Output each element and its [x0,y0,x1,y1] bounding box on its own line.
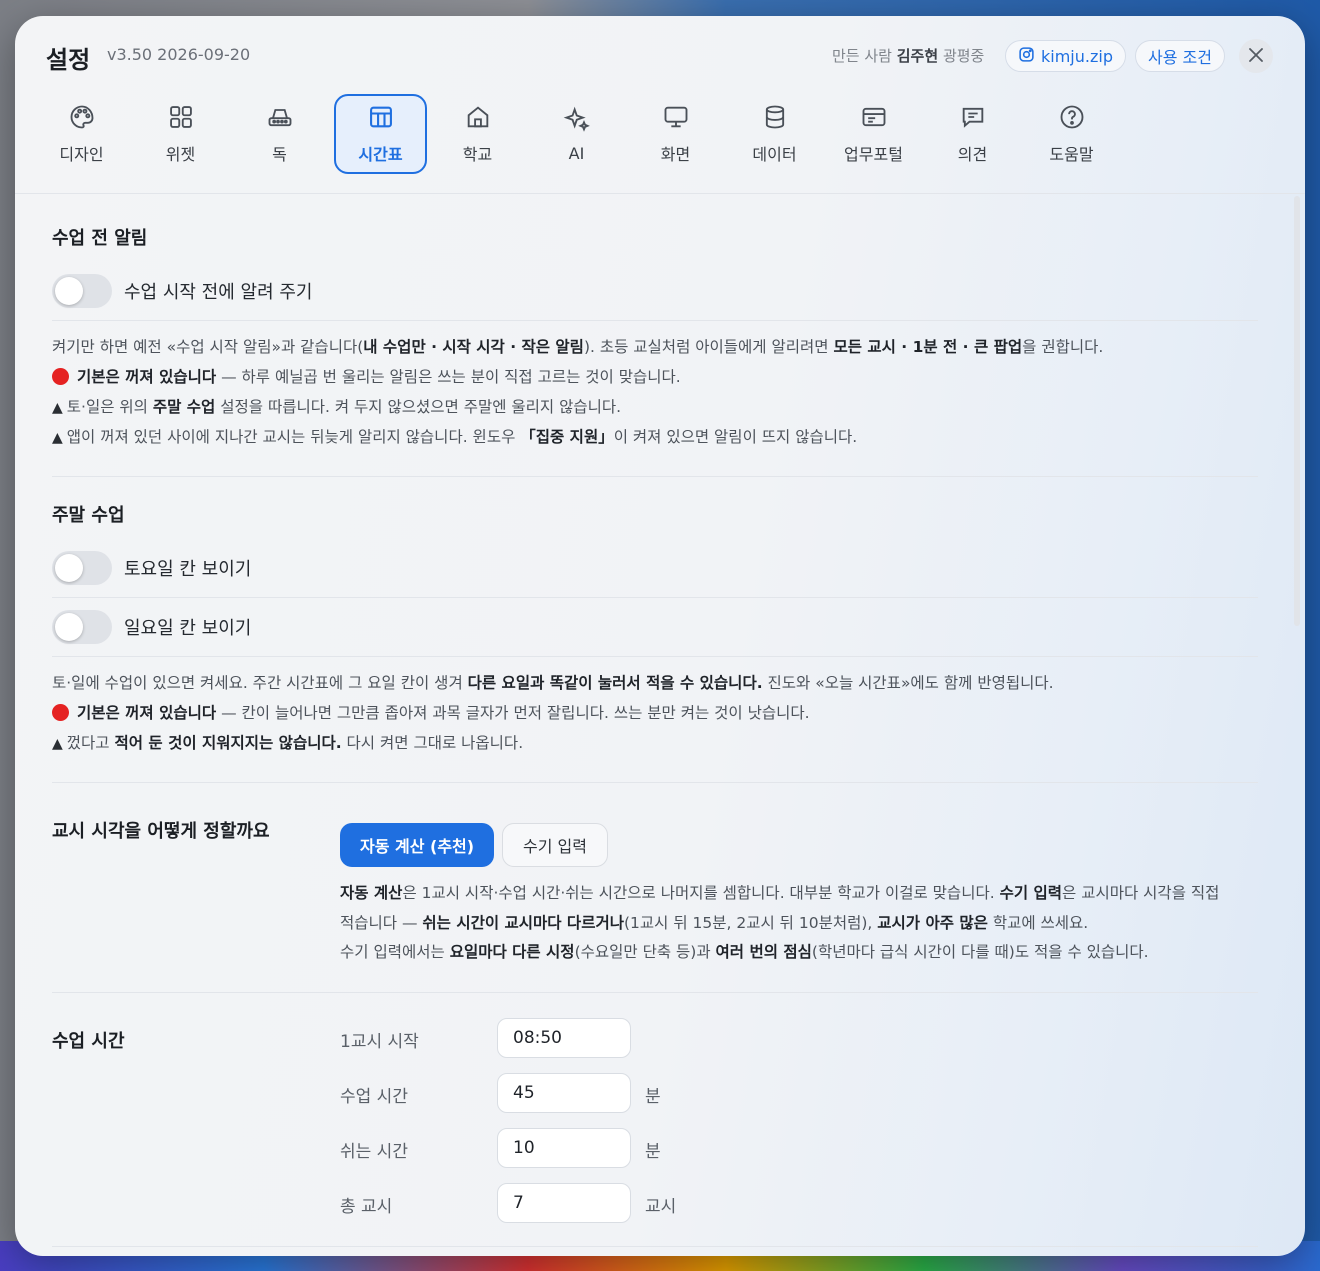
widgets-grid-icon [167,103,195,135]
total-periods-unit: 교시 [645,1197,677,1217]
timing-desc-3: 수기 입력에서는 요일마다 다른 시정(수요일만 단축 등)과 여러 번의 점심… [340,943,1149,961]
section-divider [52,476,1258,477]
sunday-toggle-row[interactable]: 일요일 칸 보이기 [52,598,1258,656]
total-periods-label: 총 교시 [340,1197,393,1217]
tab-label: 독 [272,145,287,164]
tab-label: AI [568,143,585,163]
divider [52,320,1258,321]
saturday-toggle-row[interactable]: 토요일 칸 보이기 [52,539,1258,597]
sparkle-icon [563,106,591,138]
monitor-icon [662,103,690,135]
alert-note-2: 기본은 꺼져 있습니다 — 하루 예닐곱 번 울리는 알림은 쓰는 분이 직접 … [52,362,681,392]
close-button[interactable] [1239,39,1273,73]
manual-input-button[interactable]: 수기 입력 [502,823,608,867]
divider [52,656,1258,657]
weekend-note-3: ▲ 껐다고 적어 둔 것이 지워지지는 않습니다. 다시 켜면 그대로 나옵니다. [52,728,523,759]
section-title-class-time: 수업 시간 [52,1031,125,1052]
maker-school: 광평중 [942,47,985,65]
break-length-unit: 분 [645,1142,661,1162]
saturday-toggle[interactable] [52,551,112,585]
instagram-icon [1018,46,1035,67]
first-period-start-label: 1교시 시작 [340,1032,419,1052]
class-length-unit: 분 [645,1087,661,1107]
close-icon [1249,47,1263,66]
instagram-link-label: kimju.zip [1041,46,1113,66]
alert-note-4: ▲ 앱이 꺼져 있던 사이에 지나간 교시는 뒤늦게 알리지 않습니다. 윈도우 … [52,422,857,453]
tab-timetable[interactable]: 시간표 [334,94,427,174]
maker-name: 김주현 [896,47,939,65]
first-period-start-input[interactable]: 08:50 [497,1018,631,1058]
tab-design[interactable]: 디자인 [35,94,128,174]
red-dot-icon [52,704,69,721]
help-icon [1058,103,1086,135]
palette-icon [68,103,96,135]
weekend-note-2: 기본은 꺼져 있습니다 — 칸이 늘어나면 그만큼 좁아져 과목 글자가 먼저 … [52,698,810,728]
section-title-alert: 수업 전 알림 [52,228,148,249]
alert-toggle[interactable] [52,274,112,308]
auto-calc-button[interactable]: 자동 계산 (추천) [340,823,495,867]
instagram-link-button[interactable]: kimju.zip [1005,40,1126,72]
dialog-title: 설정 [46,46,91,74]
portal-icon [860,103,888,135]
terms-of-use-button[interactable]: 사용 조건 [1135,40,1225,72]
timing-desc-2: 적습니다 — 쉬는 시간이 교시마다 다르거나(1교시 뒤 15분, 2교시 뒤… [340,914,1089,932]
scrollbar[interactable] [1294,196,1300,626]
tab-work-portal[interactable]: 업무포털 [827,94,920,174]
database-icon [761,103,789,135]
tab-label: 의견 [957,145,988,164]
tab-label: 도움말 [1049,145,1094,164]
class-length-input[interactable]: 45 [497,1073,631,1113]
maker-prefix: 만든 사람 [832,47,892,65]
tab-label: 데이터 [752,145,797,164]
timetable-icon [367,103,395,135]
red-dot-icon [52,368,69,385]
tab-label: 업무포털 [844,145,903,164]
tab-data[interactable]: 데이터 [728,94,821,174]
class-length-label: 수업 시간 [340,1087,408,1107]
alert-note-1: 켜기만 하면 예전 «수업 시작 알림»과 같습니다(내 수업만 · 시작 시각… [52,338,1104,356]
alert-note-3: ▲ 토·일은 위의 주말 수업 설정을 따릅니다. 켜 두지 않으셨으면 주말엔 … [52,392,621,423]
dialog-header: 설정 v3.50 2026-09-20 만든 사람 김주현 광평중 kimju.… [15,16,1305,96]
section-divider [52,1246,1258,1247]
warning-icon: ▲ [52,430,63,446]
tab-help[interactable]: 도움말 [1025,94,1118,174]
section-title-timing: 교시 시각을 어떻게 정할까요 [52,821,270,842]
section-divider [52,992,1258,993]
section-title-weekend: 주말 수업 [52,505,125,526]
section-divider [52,782,1258,783]
tab-ai[interactable]: AI [530,94,623,174]
warning-icon: ▲ [52,736,63,752]
dock-icon [266,103,294,135]
break-length-input[interactable]: 10 [497,1128,631,1168]
tab-feedback[interactable]: 의견 [926,94,1019,174]
tab-widgets[interactable]: 위젯 [134,94,227,174]
sunday-toggle[interactable] [52,610,112,644]
tab-label: 시간표 [358,145,403,164]
terms-label: 사용 조건 [1148,48,1212,67]
saturday-toggle-label: 토요일 칸 보이기 [124,559,252,580]
maker-credit: 만든 사람 김주현 광평중 [832,45,984,66]
school-icon [464,103,492,135]
alert-toggle-row[interactable]: 수업 시작 전에 알려 주기 [52,262,1258,320]
version-label: v3.50 2026-09-20 [107,45,251,64]
settings-dialog: 설정 v3.50 2026-09-20 만든 사람 김주현 광평중 kimju.… [15,16,1305,1256]
tab-label: 학교 [462,145,493,164]
tabs-divider [15,193,1305,194]
tab-screen[interactable]: 화면 [629,94,722,174]
sunday-toggle-label: 일요일 칸 보이기 [124,618,252,639]
tab-label: 위젯 [165,145,196,164]
weekend-note-1: 토·일에 수업이 있으면 켜세요. 주간 시간표에 그 요일 칸이 생겨 다른 … [52,674,1054,692]
tab-label: 디자인 [59,145,104,164]
tab-school[interactable]: 학교 [431,94,524,174]
break-length-label: 쉬는 시간 [340,1142,408,1162]
warning-icon: ▲ [52,400,63,416]
alert-toggle-label: 수업 시작 전에 알려 주기 [124,282,313,303]
total-periods-input[interactable]: 7 [497,1183,631,1223]
tab-dock[interactable]: 독 [233,94,326,174]
tab-label: 화면 [660,145,691,164]
feedback-icon [959,103,987,135]
timing-desc-1: 자동 계산은 1교시 시작·수업 시간·쉬는 시간으로 나머지를 셈합니다. 대… [340,884,1220,902]
